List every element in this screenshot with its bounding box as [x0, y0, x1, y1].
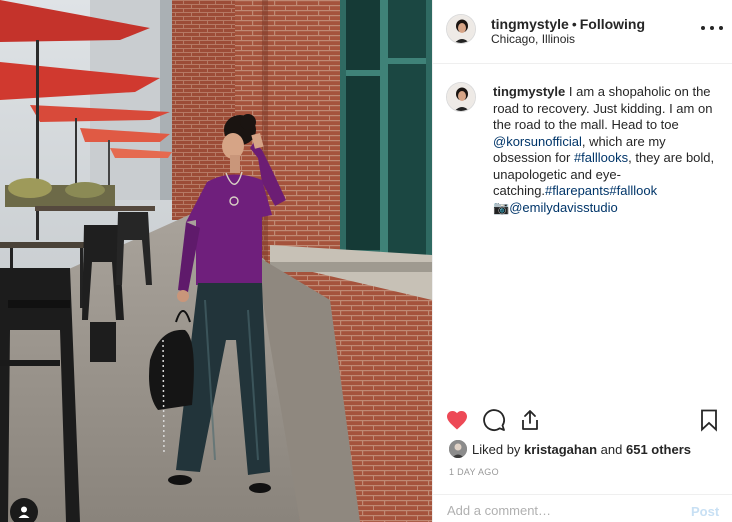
- likes-joiner: and: [600, 441, 623, 457]
- mention-link[interactable]: @korsunofficial: [493, 134, 582, 149]
- bookmark-icon[interactable]: [697, 408, 721, 432]
- ellipsis-icon[interactable]: [701, 20, 723, 36]
- header-username[interactable]: tingmystyle: [491, 16, 569, 32]
- header-title-row: tingmystyle • Following: [491, 16, 645, 32]
- comment-input[interactable]: [447, 503, 667, 518]
- likes-prefix: Liked by: [472, 441, 521, 457]
- avatar[interactable]: [446, 82, 476, 112]
- likes-count-link[interactable]: 651 others: [626, 442, 691, 457]
- follow-status-button[interactable]: Following: [580, 16, 645, 32]
- share-icon[interactable]: [518, 408, 542, 432]
- mention-link[interactable]: @emilydavisstudio: [509, 200, 618, 215]
- camera-emoji-icon: 📷: [493, 199, 510, 215]
- comment-icon[interactable]: [482, 408, 506, 432]
- liker-username[interactable]: kristagahan: [524, 442, 597, 457]
- post-timestamp[interactable]: 1 day ago: [449, 467, 499, 477]
- caption-text: tingmystyle I am a shopaholic on the roa…: [493, 84, 723, 216]
- location-link[interactable]: Chicago, Illinois: [491, 32, 575, 46]
- caption-username[interactable]: tingmystyle: [493, 84, 565, 99]
- hashtag-link[interactable]: #flarepants: [545, 183, 609, 198]
- post-comment-button[interactable]: Post: [691, 504, 719, 519]
- hashtag-link[interactable]: #falllooks: [574, 150, 628, 165]
- separator-dot: •: [571, 16, 577, 32]
- avatar[interactable]: [446, 14, 476, 44]
- post-header: tingmystyle • Following Chicago, Illinois: [433, 0, 732, 64]
- heart-icon[interactable]: [445, 408, 469, 432]
- liker-avatar[interactable]: [449, 440, 467, 458]
- comment-bar: Post: [433, 494, 732, 522]
- tagged-user-icon[interactable]: [10, 498, 38, 522]
- likes-summary: Liked by kristagahan and 651 others: [449, 440, 691, 458]
- hashtag-link[interactable]: #falllook: [609, 183, 657, 198]
- post-side-panel: tingmystyle • Following Chicago, Illinois …: [432, 0, 732, 522]
- post-photo[interactable]: [0, 0, 432, 522]
- action-bar: [433, 404, 732, 436]
- post-image: [0, 0, 432, 522]
